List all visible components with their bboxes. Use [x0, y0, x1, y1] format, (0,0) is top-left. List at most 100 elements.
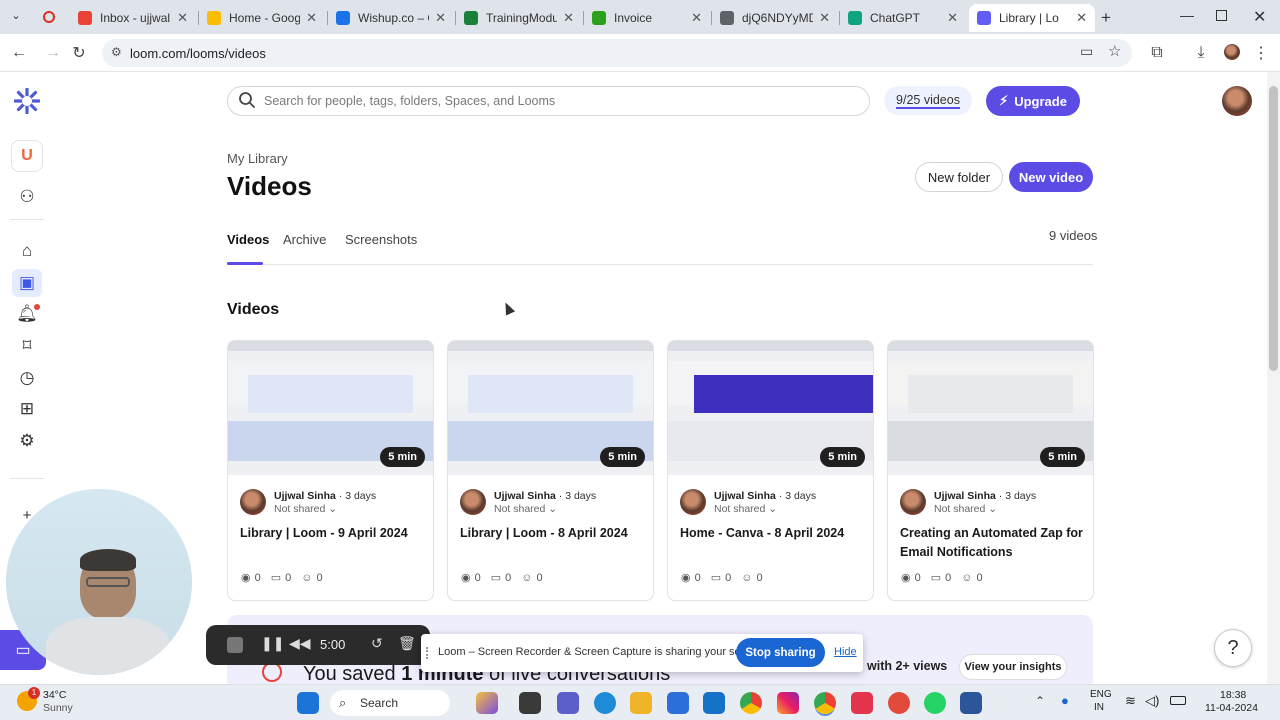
upgrade-button[interactable]: ⚡︎ Upgrade: [986, 86, 1080, 116]
breadcrumb[interactable]: My Library: [227, 151, 288, 166]
video-card[interactable]: 5 min Ujjwal Sinha · 3 days Not shared ⌄ Ho…: [667, 340, 874, 601]
scrollbar-thumb[interactable]: [1269, 86, 1278, 371]
video-card[interactable]: 5 min Ujjwal Sinha · 3 days Not shared ⌄ Li…: [447, 340, 654, 601]
task-view-icon[interactable]: [519, 692, 541, 714]
video-thumbnail[interactable]: 5 min: [448, 341, 653, 475]
forward-button[interactable]: →: [42, 42, 64, 64]
pause-button[interactable]: ❚❚: [261, 635, 284, 652]
drag-handle-icon[interactable]: [426, 647, 430, 659]
tab-close-icon[interactable]: ✕: [563, 10, 574, 26]
browser-tab[interactable]: Inbox - ujjwal.s ✕: [70, 4, 196, 32]
video-thumbnail[interactable]: 5 min: [888, 341, 1093, 475]
tab-close-icon[interactable]: ✕: [306, 10, 317, 26]
tab-close-icon[interactable]: ✕: [177, 10, 188, 26]
share-status-dropdown[interactable]: Not shared ⌄: [934, 503, 997, 515]
chrome-icon[interactable]: [740, 692, 762, 714]
teams-icon[interactable]: [557, 692, 579, 714]
bookmarks-icon[interactable]: ⌑: [16, 335, 38, 357]
tab-close-icon[interactable]: ✕: [819, 10, 830, 26]
wifi-icon[interactable]: ≋: [1125, 693, 1136, 709]
tab-videos[interactable]: Videos: [227, 232, 269, 247]
restart-button[interactable]: ↺: [371, 635, 383, 652]
video-title[interactable]: Library | Loom - 8 April 2024: [460, 524, 644, 543]
word-icon[interactable]: [960, 692, 982, 714]
restore-button[interactable]: [1216, 10, 1227, 21]
slack-icon[interactable]: [851, 692, 873, 714]
mail-icon[interactable]: [703, 692, 725, 714]
delete-recording-button[interactable]: 🗑︎: [398, 635, 416, 652]
cast-icon[interactable]: ▭: [1080, 43, 1093, 60]
video-title[interactable]: Creating an Automated Zap for Email Noti…: [900, 524, 1084, 562]
clock-time[interactable]: 18:38: [1220, 689, 1246, 701]
home-icon[interactable]: ⌂: [16, 240, 38, 262]
video-thumbnail[interactable]: 5 min: [228, 341, 433, 475]
downloads-icon[interactable]: ⤓: [1190, 42, 1212, 64]
reload-button[interactable]: ↻: [68, 42, 90, 64]
library-icon[interactable]: ▣: [12, 269, 42, 297]
new-tab-button[interactable]: +: [1101, 8, 1111, 28]
language-code[interactable]: ENG: [1090, 689, 1112, 700]
video-title[interactable]: Home - Canva - 8 April 2024: [680, 524, 864, 543]
gift-icon[interactable]: ⊞: [16, 398, 38, 420]
settings-gear-icon[interactable]: ⚙: [16, 430, 38, 452]
store-icon[interactable]: [667, 692, 689, 714]
rewind-button[interactable]: ◀◀: [289, 635, 311, 652]
video-quota-badge[interactable]: 9/25 videos: [884, 86, 972, 115]
browser-tab[interactable]: Library | Lo ✕: [969, 4, 1095, 32]
hide-button[interactable]: Hide: [834, 646, 857, 658]
microphone-icon[interactable]: ●: [1061, 693, 1069, 708]
instagram-icon[interactable]: [777, 692, 799, 714]
browser-menu-icon[interactable]: ⋮: [1250, 42, 1272, 64]
widgets-icon[interactable]: [476, 692, 498, 714]
taskbar-search[interactable]: ⌕ Search: [330, 690, 450, 716]
stop-sharing-button[interactable]: Stop sharing: [736, 638, 825, 667]
todo-icon[interactable]: [888, 692, 910, 714]
tab-list-dropdown[interactable]: ⌄: [8, 9, 24, 25]
bookmark-star-icon[interactable]: ☆: [1108, 42, 1121, 60]
minimize-button[interactable]: —: [1180, 7, 1194, 23]
library-search-input[interactable]: Search for people, tags, folders, Spaces…: [227, 86, 870, 116]
extensions-icon[interactable]: ⧉: [1146, 42, 1168, 64]
share-status-dropdown[interactable]: Not shared ⌄: [714, 503, 777, 515]
workspace-avatar[interactable]: U: [11, 140, 43, 172]
loom-logo-icon[interactable]: [13, 87, 41, 115]
tab-close-icon[interactable]: ✕: [1076, 10, 1087, 26]
view-insights-button[interactable]: View your insights: [959, 654, 1067, 680]
file-explorer-icon[interactable]: [630, 692, 652, 714]
share-status-dropdown[interactable]: Not shared ⌄: [494, 503, 557, 515]
tab-screenshots[interactable]: Screenshots: [345, 232, 417, 247]
battery-icon[interactable]: [1170, 696, 1186, 705]
windows-start-icon[interactable]: [297, 692, 319, 714]
browser-tab[interactable]: Wishup.co – Ca ✕: [328, 4, 454, 32]
video-card[interactable]: 5 min Ujjwal Sinha · 3 days Not shared ⌄ Li…: [227, 340, 434, 601]
new-folder-button[interactable]: New folder: [915, 162, 1003, 192]
volume-icon[interactable]: ◁): [1145, 693, 1159, 709]
tab-archive[interactable]: Archive: [283, 232, 326, 247]
browser-tab[interactable]: djQ6NDYyMDg ✕: [712, 4, 838, 32]
video-card[interactable]: 5 min Ujjwal Sinha · 3 days Not shared ⌄ Cr…: [887, 340, 1094, 601]
chrome-active-icon[interactable]: [814, 692, 836, 714]
back-button[interactable]: ←: [8, 42, 30, 64]
stop-recording-button[interactable]: [227, 637, 243, 653]
webcam-bubble[interactable]: [6, 489, 192, 675]
tab-close-icon[interactable]: ✕: [947, 10, 958, 26]
members-icon[interactable]: ⚇: [16, 186, 38, 208]
url-field[interactable]: ⚙ loom.com/looms/videos ▭ ☆: [102, 39, 1132, 67]
browser-tab[interactable]: Home - Google ✕: [199, 4, 325, 32]
browser-tab[interactable]: TrainingModule ✕: [456, 4, 582, 32]
whatsapp-icon[interactable]: [924, 692, 946, 714]
notifications-icon[interactable]: 🔔︎: [16, 303, 40, 325]
help-button[interactable]: ?: [1214, 629, 1252, 667]
tab-close-icon[interactable]: ✕: [435, 10, 446, 26]
browser-tab[interactable]: Invoice ✕: [584, 4, 710, 32]
video-title[interactable]: Library | Loom - 9 April 2024: [240, 524, 424, 543]
tab-close-icon[interactable]: ✕: [691, 10, 702, 26]
video-thumbnail[interactable]: 5 min: [668, 341, 873, 475]
share-status-dropdown[interactable]: Not shared ⌄: [274, 503, 337, 515]
browser-tab[interactable]: ChatGPT ✕: [840, 4, 966, 32]
new-video-button[interactable]: New video: [1009, 162, 1093, 192]
user-avatar[interactable]: [1222, 86, 1252, 116]
edge-icon[interactable]: [594, 692, 616, 714]
site-settings-icon[interactable]: ⚙: [111, 45, 122, 59]
tray-chevron-icon[interactable]: ⌃: [1035, 694, 1045, 708]
